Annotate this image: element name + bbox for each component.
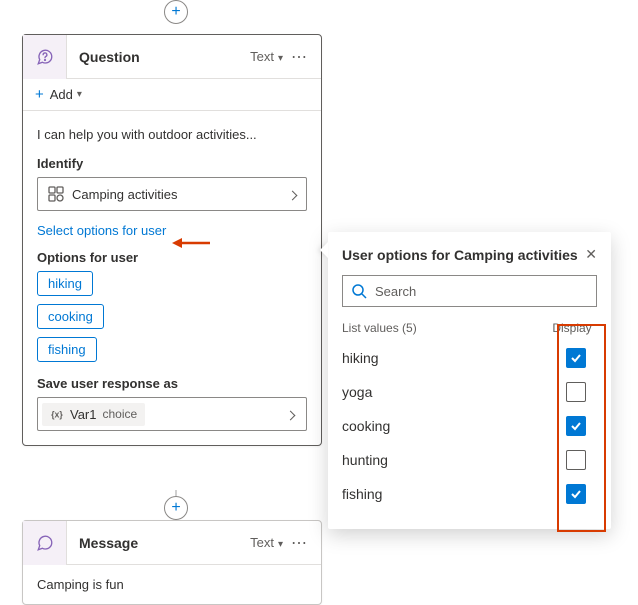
display-column-label: Display <box>551 321 593 335</box>
question-icon <box>23 35 67 79</box>
option-chip[interactable]: cooking <box>37 304 104 329</box>
question-prompt-text: I can help you with outdoor activities..… <box>37 121 307 156</box>
add-label: Add <box>50 87 73 102</box>
display-checkbox[interactable] <box>566 348 586 368</box>
list-item-label: fishing <box>342 486 382 502</box>
message-body-text: Camping is fun <box>23 565 321 604</box>
search-field[interactable] <box>342 275 597 307</box>
list-item: hiking <box>342 341 597 375</box>
list-item-label: hunting <box>342 452 388 468</box>
message-icon <box>23 521 67 565</box>
add-node-button-mid[interactable]: + <box>164 496 188 520</box>
list-item-label: cooking <box>342 418 390 434</box>
card-title: Question <box>67 49 250 65</box>
display-checkbox[interactable] <box>566 450 586 470</box>
close-button[interactable]: ✕ <box>585 246 597 263</box>
card-header: Message Text▾ ⋯ <box>23 521 321 565</box>
svg-text:{x}: {x} <box>51 410 63 420</box>
variable-picker[interactable]: {x} Var1 choice <box>37 397 307 431</box>
option-chip[interactable]: hiking <box>37 271 93 296</box>
user-options-popover: User options for Camping activities ✕ Li… <box>328 232 611 529</box>
add-button[interactable]: + Add ▾ <box>23 79 321 111</box>
options-for-user-label: Options for user <box>37 250 307 265</box>
entity-icon <box>48 186 64 202</box>
options-list: hiking yoga cooking hunting fishing <box>342 341 597 511</box>
list-item: fishing <box>342 477 597 511</box>
popover-title: User options for Camping activities <box>342 247 578 263</box>
identify-label: Identify <box>37 156 307 171</box>
variable-name: Var1 <box>70 407 97 422</box>
popover-pointer <box>320 242 328 258</box>
card-overflow-menu[interactable]: ⋯ <box>287 47 311 67</box>
search-icon <box>351 283 367 299</box>
option-chip[interactable]: fishing <box>37 337 97 362</box>
card-overflow-menu[interactable]: ⋯ <box>287 533 311 553</box>
plus-icon: + <box>35 86 44 103</box>
chevron-right-icon <box>287 407 294 422</box>
list-item-label: yoga <box>342 384 372 400</box>
list-item: yoga <box>342 375 597 409</box>
list-item: cooking <box>342 409 597 443</box>
card-title: Message <box>67 535 250 551</box>
options-chip-list: hiking cooking fishing <box>37 271 307 362</box>
add-node-button-top[interactable]: + <box>164 0 188 24</box>
list-values-label: List values (5) <box>342 321 417 335</box>
display-checkbox[interactable] <box>566 382 586 402</box>
list-item: hunting <box>342 443 597 477</box>
question-node-card: Question Text▾ ⋯ + Add ▾ I can help you … <box>22 34 322 446</box>
identify-value: Camping activities <box>72 187 178 202</box>
list-item-label: hiking <box>342 350 379 366</box>
display-checkbox[interactable] <box>566 484 586 504</box>
variable-icon: {x} <box>50 407 64 421</box>
chevron-right-icon <box>289 187 296 202</box>
select-options-link[interactable]: Select options for user <box>37 223 166 238</box>
variable-type: choice <box>103 407 138 421</box>
message-node-card: Message Text▾ ⋯ Camping is fun <box>22 520 322 605</box>
card-header: Question Text▾ ⋯ <box>23 35 321 79</box>
save-response-label: Save user response as <box>37 376 307 391</box>
kind-dropdown[interactable]: Text▾ <box>250 49 283 64</box>
identify-picker[interactable]: Camping activities <box>37 177 307 211</box>
display-checkbox[interactable] <box>566 416 586 436</box>
kind-dropdown[interactable]: Text▾ <box>250 535 283 550</box>
search-input[interactable] <box>373 283 588 300</box>
